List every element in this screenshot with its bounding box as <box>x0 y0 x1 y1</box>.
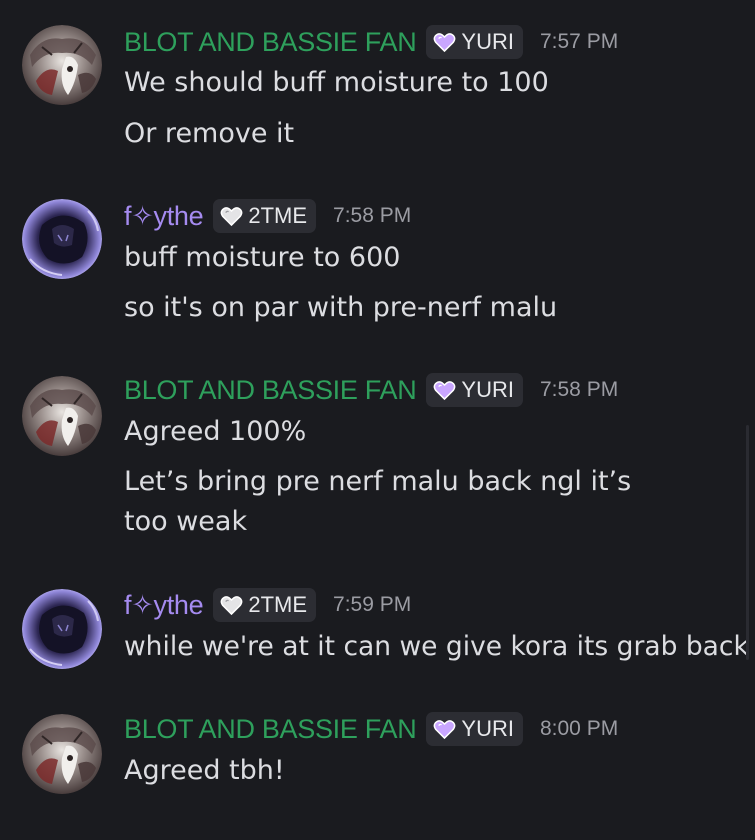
white-heart-icon <box>220 206 243 227</box>
message-text[interactable]: so it's on par with pre-nerf malu <box>124 288 734 328</box>
username[interactable]: BLOT AND BASSIE FAN <box>124 714 417 745</box>
message-header: f✧ythe 2TME 7:58 PM <box>124 198 411 234</box>
message-text[interactable]: Agreed tbh! <box>124 751 734 791</box>
message-text[interactable]: Agreed 100% <box>124 412 734 452</box>
server-tag-label: YURI <box>461 29 514 54</box>
purple-heart-icon <box>433 719 456 740</box>
message-text[interactable]: Or remove it <box>124 114 734 154</box>
message-header: f✧ythe 2TME 7:59 PM <box>124 587 411 623</box>
avatar[interactable] <box>22 376 102 456</box>
server-tag[interactable]: YURI <box>426 373 523 407</box>
scrollbar[interactable] <box>746 425 749 660</box>
message-text[interactable]: Let’s bring pre nerf malu back ngl it’s … <box>124 462 669 542</box>
message-header: BLOT AND BASSIE FAN YURI 7:57 PM <box>124 24 618 60</box>
message-text[interactable]: We should buff moisture to 100 <box>124 63 734 103</box>
timestamp: 7:58 PM <box>333 204 412 227</box>
server-tag-label: 2TME <box>248 203 308 228</box>
message-text[interactable]: buff moisture to 600 <box>124 238 734 278</box>
avatar[interactable] <box>22 714 102 794</box>
timestamp: 7:59 PM <box>333 593 412 616</box>
timestamp: 8:00 PM <box>539 717 619 740</box>
fythe-avatar-image <box>22 199 102 279</box>
server-tag-label: 2TME <box>248 592 308 617</box>
purple-heart-icon <box>433 32 456 53</box>
blot-avatar-image <box>22 25 102 105</box>
white-heart-icon <box>220 595 243 616</box>
blot-avatar-image <box>22 376 102 456</box>
avatar[interactable] <box>22 589 102 669</box>
username[interactable]: BLOT AND BASSIE FAN <box>124 375 417 406</box>
username[interactable]: f✧ythe <box>124 201 204 232</box>
server-tag-label: YURI <box>461 716 514 741</box>
server-tag[interactable]: 2TME <box>213 199 317 233</box>
timestamp: 7:58 PM <box>539 378 619 401</box>
purple-heart-icon <box>433 380 456 401</box>
server-tag[interactable]: YURI <box>426 25 523 59</box>
avatar[interactable] <box>22 25 102 105</box>
avatar[interactable] <box>22 199 102 279</box>
username[interactable]: BLOT AND BASSIE FAN <box>124 27 417 58</box>
message-header: BLOT AND BASSIE FAN YURI 7:58 PM <box>124 372 618 408</box>
server-tag[interactable]: 2TME <box>213 588 317 622</box>
username[interactable]: f✧ythe <box>124 590 204 621</box>
message-header: BLOT AND BASSIE FAN YURI 8:00 PM <box>124 711 618 747</box>
server-tag[interactable]: YURI <box>426 712 523 746</box>
fythe-avatar-image <box>22 589 102 669</box>
server-tag-label: YURI <box>461 377 514 402</box>
blot-avatar-image <box>22 714 102 794</box>
message-text[interactable]: while we're at it can we give kora its g… <box>124 627 749 667</box>
timestamp: 7:57 PM <box>539 30 619 53</box>
